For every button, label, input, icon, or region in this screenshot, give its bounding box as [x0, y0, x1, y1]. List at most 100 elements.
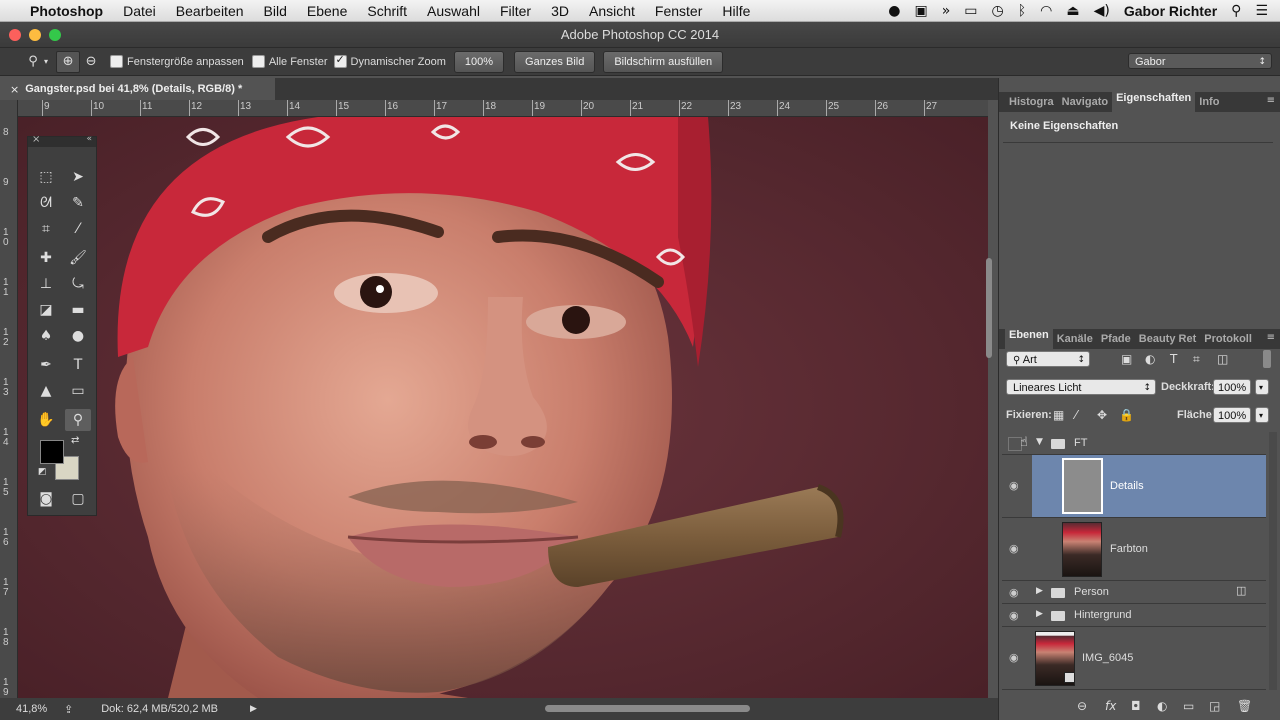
user-name[interactable]: Gabor Richter [1124, 3, 1217, 19]
dodge-tool-icon[interactable]: ● [65, 325, 91, 347]
group-collapsed-icon[interactable]: ▶ [1036, 586, 1043, 596]
vertical-ruler[interactable]: 8 9 1 0 1 1 1 2 1 3 1 4 1 5 1 6 1 7 1 8 1 9 [0, 100, 18, 698]
menu-3d[interactable]: 3D [541, 3, 579, 19]
menu-ebene[interactable]: Ebene [297, 3, 357, 19]
minimize-window-icon[interactable] [29, 29, 41, 41]
quick-selection-tool-icon[interactable]: ✎ [65, 192, 91, 214]
filter-shape-icon[interactable]: ⌗ [1193, 352, 1200, 367]
clone-stamp-tool-icon[interactable]: ⊥ [33, 273, 59, 295]
path-selection-tool-icon[interactable]: ▲ [33, 380, 59, 402]
new-group-icon[interactable]: ▭ [1183, 699, 1194, 713]
tab-info[interactable]: Info [1195, 96, 1223, 112]
workspace-select[interactable]: Gabor ↕ [1128, 53, 1272, 69]
new-layer-icon[interactable]: ◲ [1209, 699, 1220, 713]
group-collapsed-icon[interactable]: ▶ [1036, 609, 1043, 619]
status-menu-arrow-icon[interactable]: ▶ [250, 704, 257, 714]
blur-tool-icon[interactable]: ♠ [33, 325, 59, 347]
filter-pixel-icon[interactable]: ▣ [1121, 352, 1132, 366]
trash-icon[interactable]: 🗑 [1237, 699, 1252, 713]
lock-image-icon[interactable]: ⁄ [1075, 408, 1077, 422]
fit-screen-button[interactable]: Ganzes Bild [514, 50, 596, 73]
wifi-icon[interactable]: ◠ [1040, 3, 1052, 19]
close-panel-icon[interactable]: × [32, 134, 40, 145]
menu-datei[interactable]: Datei [113, 3, 166, 19]
volume-icon[interactable]: ◀) [1094, 3, 1110, 19]
close-window-icon[interactable] [9, 29, 21, 41]
visibility-eye-icon[interactable]: ◉ [1009, 609, 1019, 622]
layers-panel-menu-icon[interactable]: ≡ [1267, 332, 1275, 343]
visibility-eye-icon[interactable]: ◉ [1009, 479, 1019, 492]
layer-row-farbton[interactable]: ◉ Farbton [1002, 518, 1266, 581]
default-colors-icon[interactable]: ◩ [38, 467, 47, 477]
fill-screen-button[interactable]: Bildschirm ausfüllen [603, 50, 724, 73]
tab-channels[interactable]: Kanäle [1053, 333, 1097, 349]
add-mask-icon[interactable]: ◘ [1131, 699, 1141, 713]
tab-history[interactable]: Protokoll [1200, 333, 1256, 349]
tools-panel-header[interactable]: × « [28, 134, 96, 147]
menu-auswahl[interactable]: Auswahl [417, 3, 490, 19]
crop-tool-icon[interactable]: ⌗ [33, 218, 59, 240]
move-tool-icon[interactable]: ➤ [65, 166, 91, 188]
fill-slider-toggle[interactable]: ▾ [1255, 407, 1269, 423]
lock-transparent-icon[interactable]: ▦ [1053, 408, 1064, 422]
lock-all-icon[interactable]: 🔒 [1119, 408, 1134, 422]
tab-navigator[interactable]: Navigato [1058, 96, 1112, 112]
layer-row-person[interactable]: ◉ ▶ Person ◫ [1002, 581, 1266, 604]
share-icon[interactable]: ⇪ [64, 703, 73, 716]
horizontal-scrollbar[interactable] [545, 705, 750, 712]
zoom-100-button[interactable]: 100% [453, 50, 505, 73]
marquee-tool-icon[interactable]: ⬚ [33, 166, 59, 188]
forward-icon[interactable]: » [942, 3, 951, 19]
tab-layers[interactable]: Ebenen [1005, 326, 1053, 349]
history-brush-tool-icon[interactable]: ⤿ [65, 273, 91, 295]
link-layers-icon[interactable]: ⊖ [1077, 699, 1087, 713]
tab-properties[interactable]: Eigenschaften [1112, 89, 1196, 112]
zoom-out-icon[interactable]: ⊖ [80, 52, 102, 72]
menu-hilfe[interactable]: Hilfe [712, 3, 760, 19]
document-canvas[interactable] [18, 117, 988, 698]
bluetooth-icon[interactable]: ᛒ [1018, 3, 1026, 19]
layer-filter-select[interactable]: ⚲ Art ↕ [1006, 351, 1090, 367]
layer-row-hintergrund[interactable]: ◉ ▶ Hintergrund [1002, 604, 1266, 627]
layer-style-fx-icon[interactable]: fx [1105, 699, 1116, 713]
fit-window-checkbox[interactable] [110, 55, 124, 68]
layer-row-img-6045[interactable]: ◉ IMG_6045 [1002, 627, 1266, 690]
tab-histogram[interactable]: Histogra [1005, 96, 1058, 112]
eraser-tool-icon[interactable]: ◪ [33, 299, 59, 321]
gradient-tool-icon[interactable]: ▬ [65, 299, 91, 321]
layer-row-details[interactable]: ◉ Details [1002, 455, 1266, 518]
adjustment-layer-icon[interactable]: ◐ [1157, 699, 1167, 713]
zoom-in-icon[interactable]: ⊕ [56, 50, 81, 73]
menu-fenster[interactable]: Fenster [645, 3, 712, 19]
menu-photoshop[interactable]: Photoshop [20, 3, 113, 19]
hand-tool-icon[interactable]: ✋ [33, 409, 59, 431]
time-machine-icon[interactable]: ◷ [992, 3, 1004, 19]
shape-tool-icon[interactable]: ▭ [65, 380, 91, 402]
tab-paths[interactable]: Pfade [1097, 333, 1135, 349]
airplay-icon[interactable]: ▭ [964, 3, 977, 19]
menu-filter[interactable]: Filter [490, 3, 541, 19]
zoom-level[interactable]: 41,8% [16, 703, 56, 715]
visibility-eye-icon[interactable]: ◉ [1009, 651, 1019, 664]
document-tab[interactable]: × Gangster.psd bei 41,8% (Details, RGB/8… [0, 78, 275, 100]
type-tool-icon[interactable]: T [65, 354, 91, 376]
display-icon[interactable]: ▣ [914, 3, 927, 19]
lasso-tool-icon[interactable]: ᘛ [33, 192, 59, 214]
notification-center-icon[interactable]: ☰ [1255, 3, 1268, 19]
filter-toggle-switch[interactable] [1263, 350, 1271, 368]
quick-mask-icon[interactable]: ◙ [33, 488, 59, 510]
zoom-window-icon[interactable] [49, 29, 61, 41]
chevron-down-icon[interactable]: ▾ [44, 57, 48, 66]
opacity-input[interactable]: 100% [1213, 379, 1251, 395]
menu-ansicht[interactable]: Ansicht [579, 3, 645, 19]
canvas-vertical-scrollbar[interactable] [986, 258, 992, 358]
zoom-tool-preset-icon[interactable]: ⚲ [22, 52, 44, 72]
close-tab-icon[interactable]: × [10, 83, 19, 96]
all-windows-checkbox[interactable] [251, 55, 265, 68]
tab-beauty-retouch[interactable]: Beauty Ret [1135, 333, 1200, 349]
filter-adjustment-icon[interactable]: ◐ [1145, 352, 1155, 366]
healing-brush-tool-icon[interactable]: ✚ [33, 247, 59, 269]
visibility-eye-icon[interactable]: ◉ [1009, 542, 1019, 555]
filter-type-icon[interactable]: T [1170, 352, 1177, 366]
fill-input[interactable]: 100% [1213, 407, 1251, 423]
